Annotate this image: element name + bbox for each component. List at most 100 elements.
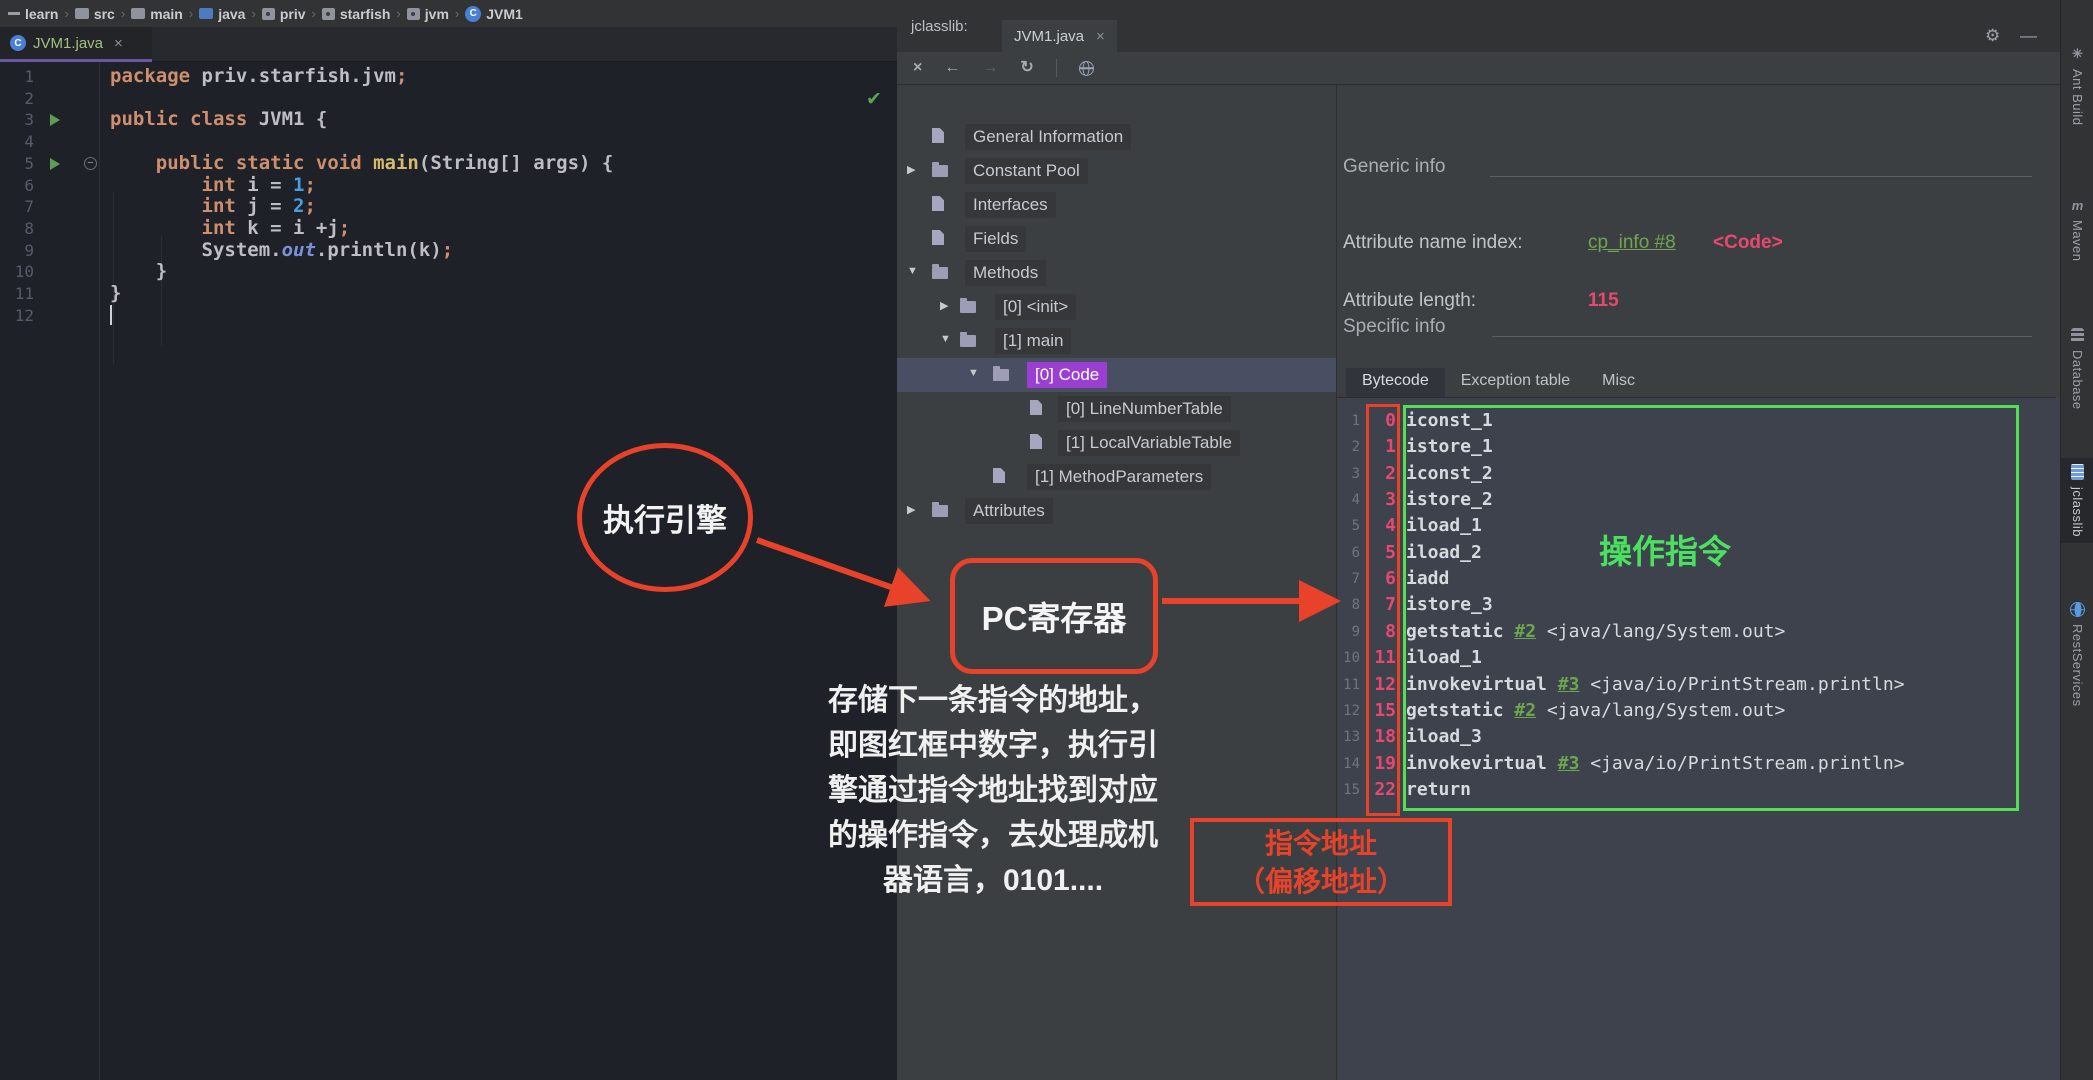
tree-item-label: [1] main bbox=[995, 328, 1072, 354]
cp-info-link[interactable]: cp_info #8 bbox=[1588, 232, 1676, 254]
minimize-icon[interactable]: — bbox=[2020, 26, 2037, 46]
breadcrumb-label: main bbox=[150, 5, 183, 22]
jclasslib-tab-jvm1[interactable]: JVM1.java × bbox=[1002, 20, 1117, 52]
package-icon bbox=[406, 7, 420, 20]
tree-item[interactable]: ▼ [0] Code bbox=[897, 358, 1336, 392]
jclasslib-toolbar: × ← → ↻ bbox=[897, 52, 2060, 85]
bytecode-line-number: 9 bbox=[1351, 623, 1360, 640]
tab-exception-table[interactable]: Exception table bbox=[1445, 368, 1586, 398]
tool-stripe-jclasslib[interactable]: jclasslib bbox=[2061, 458, 2093, 544]
run-button-icon[interactable] bbox=[50, 114, 60, 127]
run-button-icon[interactable] bbox=[50, 157, 60, 170]
breadcrumb-item-learn[interactable]: learn bbox=[8, 6, 58, 22]
code-line[interactable]: package priv.starfish.jvm; bbox=[110, 65, 407, 88]
tree-item-label: [0] Code bbox=[1027, 362, 1108, 388]
tree-item-label: [1] MethodParameters bbox=[1027, 464, 1212, 490]
close-icon[interactable]: × bbox=[114, 35, 123, 52]
breadcrumb-item-main[interactable]: main bbox=[131, 6, 183, 22]
forward-icon[interactable]: → bbox=[982, 60, 998, 76]
tool-stripe-restservices[interactable]: RestServices bbox=[2061, 596, 2093, 713]
close-icon[interactable]: × bbox=[913, 60, 922, 76]
code-line[interactable]: int j = 2; bbox=[110, 195, 316, 218]
tree-item[interactable]: ▶ Attributes bbox=[897, 494, 1336, 528]
bytecode-line-number: 15 bbox=[1343, 781, 1360, 798]
breadcrumb-label: priv bbox=[279, 5, 306, 22]
tree-item[interactable]: Interfaces bbox=[897, 188, 1336, 222]
breadcrumb-item-priv[interactable]: priv bbox=[261, 5, 306, 22]
maven-icon: m bbox=[2071, 198, 2084, 213]
tree-expand-icon[interactable]: ▼ bbox=[907, 265, 918, 277]
tree-item[interactable]: Fields bbox=[897, 222, 1336, 256]
back-icon[interactable]: ← bbox=[944, 60, 960, 76]
breadcrumb-label: learn bbox=[25, 5, 59, 22]
attribute-name-index-label: Attribute name index: bbox=[1343, 232, 1523, 253]
tree-item[interactable]: [1] LocalVariableTable bbox=[897, 426, 1336, 460]
refresh-icon[interactable]: ↻ bbox=[1020, 60, 1033, 76]
specific-info-tabs: Bytecode Exception table Misc bbox=[1346, 368, 1651, 398]
breadcrumb-item-src[interactable]: src bbox=[74, 6, 115, 22]
tree-item[interactable]: General Information bbox=[897, 120, 1336, 154]
breadcrumb-item-jvm[interactable]: jvm bbox=[406, 6, 449, 22]
code-editor[interactable]: 1 package priv.starfish.jvm; 2 3 public clas… bbox=[0, 62, 897, 1080]
line-number: 8 bbox=[24, 218, 34, 238]
code-line[interactable]: public class JVM1 { bbox=[110, 109, 327, 131]
tree-item[interactable]: [1] MethodParameters bbox=[897, 460, 1336, 494]
inspection-ok-icon[interactable]: ✔ bbox=[866, 88, 882, 111]
tool-stripe-ant-build[interactable]: ✳ Ant Build bbox=[2061, 40, 2093, 132]
annotation-paragraph-line: 存储下一条指令的地址， bbox=[828, 684, 1158, 717]
tree-expand-icon[interactable]: ▼ bbox=[940, 333, 951, 345]
tool-stripe-database[interactable]: Database bbox=[2061, 322, 2093, 416]
tool-stripe-maven[interactable]: m Maven bbox=[2061, 192, 2093, 268]
tree-item-label: Methods bbox=[965, 260, 1047, 286]
attribute-length-label: Attribute length: bbox=[1343, 290, 1477, 311]
execution-engine-label: 执行引擎 bbox=[603, 503, 727, 538]
code-token: int bbox=[201, 173, 248, 196]
tree-item-label: Constant Pool bbox=[965, 158, 1088, 184]
code-token: ; bbox=[338, 216, 351, 239]
tree-item-label: General Information bbox=[965, 124, 1132, 150]
folder-icon bbox=[74, 8, 89, 19]
code-token: System. bbox=[110, 238, 282, 261]
code-line[interactable]: int k = i +j; bbox=[110, 216, 351, 240]
close-icon[interactable]: × bbox=[1096, 28, 1105, 45]
breadcrumb-separator: › bbox=[454, 6, 460, 21]
tree-item[interactable]: ▶ [0] <init> bbox=[897, 290, 1336, 324]
tree-expand-icon[interactable]: ▼ bbox=[968, 367, 979, 379]
line-number: 2 bbox=[24, 88, 34, 108]
tree-expand-icon[interactable]: ▶ bbox=[907, 163, 915, 176]
line-number: 11 bbox=[14, 284, 34, 303]
editor-tab-jvm1[interactable]: C JVM1.java × bbox=[0, 27, 152, 62]
tree-item[interactable]: ▼ [1] main bbox=[897, 324, 1336, 358]
globe-icon[interactable] bbox=[1078, 60, 1094, 76]
tree-item[interactable]: ▶ Constant Pool bbox=[897, 154, 1336, 188]
fold-icon[interactable]: − bbox=[84, 156, 97, 170]
code-token: 2 bbox=[293, 195, 305, 218]
line-number: 9 bbox=[24, 240, 34, 260]
breadcrumb-item-java[interactable]: java bbox=[199, 6, 245, 22]
package-icon bbox=[261, 7, 275, 20]
section-rule bbox=[1492, 336, 2032, 337]
class-icon: C bbox=[465, 5, 482, 22]
package-icon bbox=[321, 7, 335, 20]
code-line[interactable]: int i = 1; bbox=[110, 173, 316, 197]
breadcrumb-item-JVM1[interactable]: C JVM1 bbox=[465, 5, 523, 22]
code-line[interactable]: public static void main(String[] args) { bbox=[110, 152, 614, 175]
tree-item[interactable]: [0] LineNumberTable bbox=[897, 392, 1336, 426]
code-line[interactable]: System.out.println(k); bbox=[110, 238, 454, 262]
tool-stripe-label: Database bbox=[2070, 350, 2085, 410]
tree-expand-icon[interactable]: ▶ bbox=[940, 299, 948, 312]
tab-bytecode[interactable]: Bytecode bbox=[1346, 368, 1445, 398]
gear-icon[interactable]: ⚙ bbox=[1985, 26, 2000, 46]
tab-misc[interactable]: Misc bbox=[1586, 368, 1651, 398]
tree-expand-icon[interactable]: ▶ bbox=[907, 503, 915, 516]
breadcrumb-item-starfish[interactable]: starfish bbox=[321, 6, 390, 22]
bytecode-line-number: 6 bbox=[1351, 544, 1360, 561]
doc-icon bbox=[1030, 434, 1042, 449]
tree-item[interactable]: ▼ Methods bbox=[897, 256, 1336, 290]
code-line[interactable]: } bbox=[110, 260, 167, 283]
code-line[interactable]: } bbox=[110, 282, 121, 305]
jclasslib-panel-label: jclasslib: bbox=[911, 18, 968, 35]
